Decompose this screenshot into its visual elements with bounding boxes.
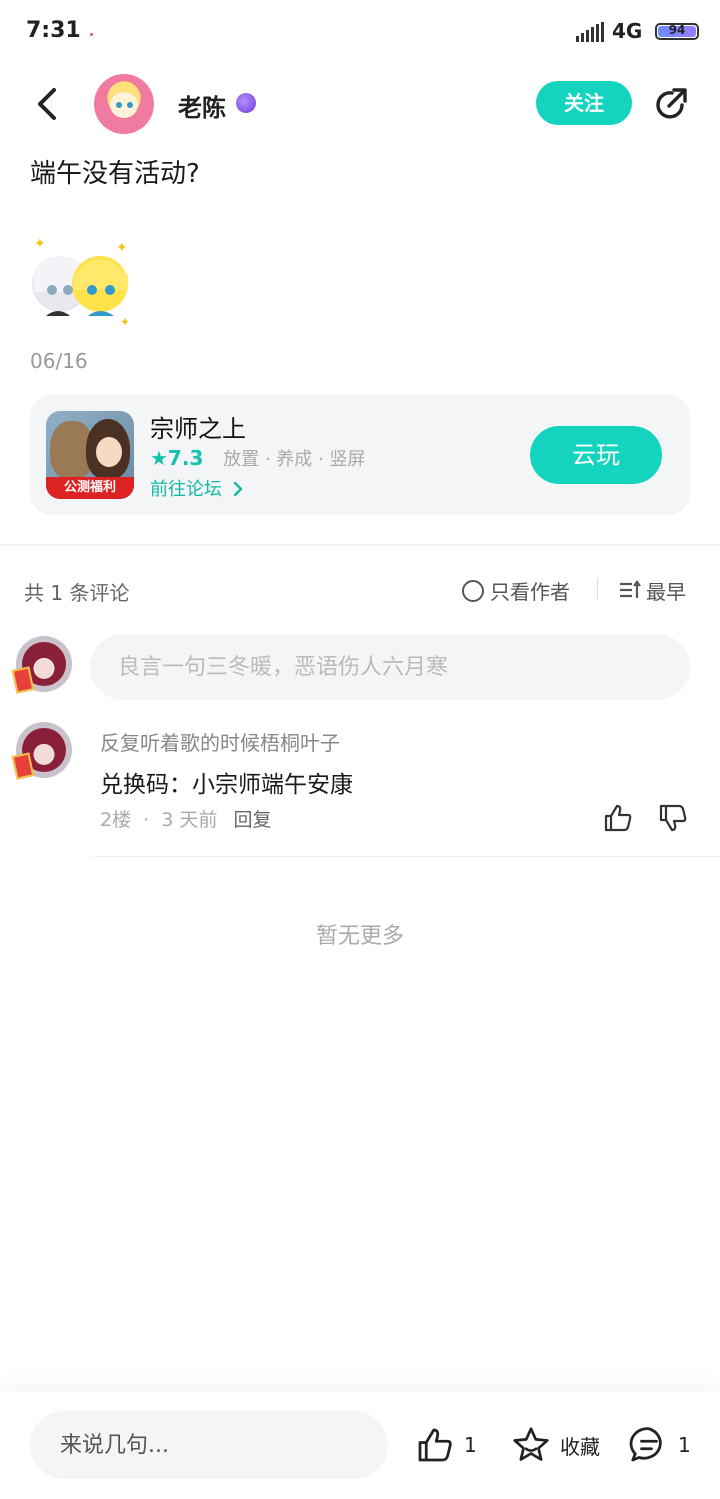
- reply-input[interactable]: [30, 1411, 388, 1479]
- tag-separator: ·: [312, 449, 330, 470]
- comment-divider: [94, 856, 720, 857]
- sort-icon: [620, 579, 641, 598]
- comment-count: 1: [678, 1433, 691, 1457]
- post-header: 老陈 关注: [0, 70, 720, 140]
- author-name[interactable]: 老陈: [178, 88, 226, 123]
- chevron-right-icon: [233, 481, 242, 497]
- game-tag: 养成: [276, 449, 313, 470]
- comment-floor: 2楼: [100, 809, 132, 831]
- sort-label: 最早: [646, 580, 686, 604]
- comment-input-field[interactable]: [90, 634, 690, 700]
- comment-button[interactable]: 1: [628, 1425, 691, 1465]
- battery-icon: 94: [655, 23, 699, 40]
- comment-input[interactable]: [90, 634, 690, 700]
- svg-text:✦: ✦: [116, 240, 128, 256]
- svg-text:✦: ✦: [120, 315, 130, 328]
- game-card[interactable]: 公测福利 宗师之上 ★7.3 放置 · 养成 · 竖屏 前往论坛 云玩: [30, 395, 690, 515]
- post-date: 06/16: [30, 349, 88, 373]
- svg-text:✦: ✦: [34, 236, 46, 252]
- forum-link[interactable]: 前往论坛: [150, 475, 244, 501]
- comment-time: 3 天前: [161, 809, 218, 831]
- sticker-image[interactable]: ✦ ✦ ✦: [28, 232, 134, 328]
- cloud-play-button[interactable]: 云玩: [530, 426, 662, 484]
- notification-dot: [90, 33, 93, 36]
- game-name: 宗师之上: [150, 415, 246, 443]
- game-banner: 公测福利: [46, 477, 134, 499]
- radio-circle-icon: [462, 579, 484, 602]
- user-avatar[interactable]: [11, 632, 74, 696]
- forum-link-label: 前往论坛: [150, 479, 222, 500]
- status-time: 7:31: [26, 18, 81, 43]
- game-rating: ★7.3: [150, 446, 204, 470]
- bottom-action-bar: 1 收藏 1: [0, 1392, 720, 1499]
- star-icon: [513, 1427, 549, 1461]
- post-title: 端午没有活动?: [30, 159, 200, 189]
- like-count: 1: [464, 1433, 477, 1457]
- game-icon[interactable]: 公测福利: [46, 411, 134, 499]
- avatar-eye: [116, 102, 122, 108]
- network-type: 4G: [612, 19, 643, 43]
- commenter-avatar[interactable]: [11, 718, 74, 782]
- comment-bubble-icon: [629, 1427, 662, 1462]
- favorite-button[interactable]: 收藏: [510, 1425, 600, 1465]
- meta-separator: ·: [137, 809, 156, 831]
- share-icon[interactable]: [652, 85, 690, 123]
- comment-meta: 2楼 · 3 天前 回复: [100, 805, 272, 832]
- section-divider: [0, 544, 720, 546]
- thumbs-up-icon: [418, 1428, 452, 1462]
- comment-text: 兑换码：小宗师端午安康: [100, 772, 353, 798]
- divider: [597, 578, 598, 600]
- tag-separator: ·: [259, 449, 277, 470]
- thumbs-up-icon[interactable]: [602, 802, 634, 834]
- comments-count: 共 1 条评论: [24, 581, 130, 605]
- sort-button[interactable]: 最早: [618, 576, 686, 605]
- game-art-face: [96, 437, 122, 467]
- reply-button[interactable]: 回复: [234, 809, 272, 831]
- level-badge-icon: [236, 93, 256, 113]
- favorite-label: 收藏: [560, 1434, 600, 1459]
- thumbs-down-icon[interactable]: [657, 802, 689, 834]
- only-author-toggle[interactable]: 只看作者: [462, 576, 570, 605]
- game-tag: 放置: [223, 449, 260, 470]
- no-more-text: 暂无更多: [315, 924, 404, 949]
- commenter-name[interactable]: 反复听着歌的时候梧桐叶子: [100, 727, 340, 756]
- avatar-face: [110, 92, 138, 118]
- game-meta: ★7.3 放置 · 养成 · 竖屏: [150, 445, 365, 471]
- like-button[interactable]: 1: [414, 1425, 477, 1465]
- status-bar: 7:31 4G 94: [0, 0, 720, 64]
- reply-input-field[interactable]: [30, 1411, 388, 1479]
- author-avatar[interactable]: [94, 74, 154, 134]
- signal-icon: [576, 22, 604, 42]
- back-icon[interactable]: [28, 84, 68, 124]
- battery-level: 94: [668, 23, 686, 37]
- game-tag: 竖屏: [329, 449, 366, 470]
- follow-button[interactable]: 关注: [536, 81, 632, 125]
- avatar-eye: [127, 102, 133, 108]
- only-author-label: 只看作者: [490, 580, 570, 604]
